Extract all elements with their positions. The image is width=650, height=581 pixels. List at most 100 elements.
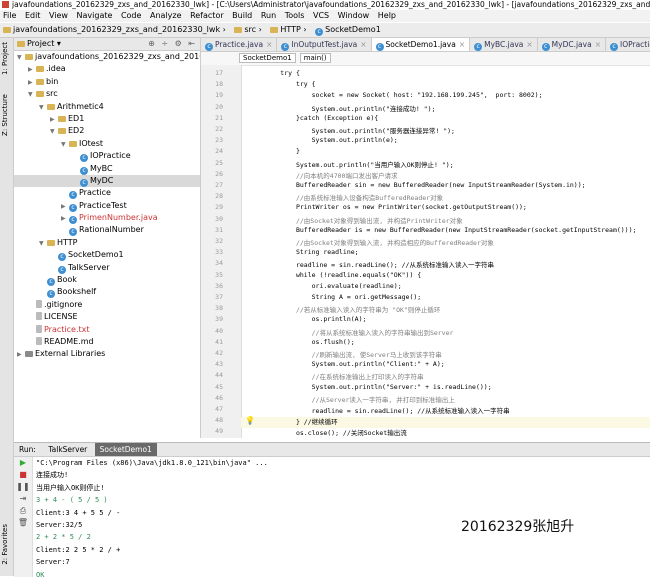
- tree-item[interactable]: README.md: [14, 336, 200, 348]
- expanded-arrow-icon[interactable]: ▼: [61, 139, 69, 151]
- menu-window[interactable]: Window: [335, 11, 373, 20]
- tree-item[interactable]: LICENSE: [14, 311, 200, 323]
- code-line: //若从标准输入读入的字符串为 "OK"则停止循环: [249, 306, 441, 315]
- tree-item[interactable]: ▼ src: [14, 88, 200, 100]
- line-number: 25: [215, 158, 223, 167]
- pause-icon[interactable]: ❚❚: [14, 481, 32, 493]
- menu-edit[interactable]: Edit: [22, 11, 44, 20]
- restore-layout-icon[interactable]: ⇥: [14, 493, 32, 505]
- tree-item[interactable]: ▶ External Libraries: [14, 348, 200, 360]
- run-tab-socketdemo1[interactable]: SocketDemo1: [94, 443, 157, 456]
- file-icon: [36, 324, 42, 333]
- tree-item[interactable]: c IOPractice: [14, 150, 200, 163]
- expanded-arrow-icon[interactable]: ▼: [17, 52, 25, 64]
- tree-item[interactable]: ▶ bin: [14, 76, 200, 88]
- nav-http[interactable]: HTTP ›: [267, 23, 309, 37]
- tree-item[interactable]: ▼ javafoundations_20162329_zxs_and_201623…: [14, 51, 200, 63]
- menu-refactor[interactable]: Refactor: [187, 11, 227, 20]
- collapsed-arrow-icon[interactable]: ▶: [28, 64, 36, 76]
- tree-item[interactable]: ▼ IOtest: [14, 138, 200, 150]
- console-output[interactable]: "C:\Program Files (x86)\Java\jdk1.8.0_12…: [36, 457, 268, 581]
- tree-item[interactable]: ▶ c PracticeTest: [14, 200, 200, 212]
- favorites-tool-tab[interactable]: 2: Favorites: [1, 524, 9, 565]
- editor-tab[interactable]: c MyBC.java ×: [470, 38, 538, 51]
- tree-item[interactable]: ▶ c PrimenNumber.java: [14, 212, 200, 225]
- nav-project[interactable]: javafoundations_20162329_zxs_and_2016233…: [0, 23, 229, 37]
- project-tool-tab[interactable]: 1: Project: [1, 42, 9, 75]
- menu-navigate[interactable]: Navigate: [74, 11, 116, 20]
- tree-item[interactable]: c TalkServer: [14, 262, 200, 274]
- code-line: //从Server读入一字符串, 并打印到标准输出上: [249, 395, 455, 404]
- tree-item[interactable]: c SocketDemo1: [14, 249, 200, 262]
- line-number: 33: [215, 248, 223, 257]
- stop-icon[interactable]: ■: [14, 469, 32, 481]
- run-tab-talkserver[interactable]: TalkServer: [43, 443, 92, 456]
- menu-build[interactable]: Build: [229, 11, 255, 20]
- line-number: 38: [215, 304, 223, 313]
- close-tab-icon[interactable]: ×: [595, 40, 601, 49]
- line-number: 36: [215, 281, 223, 290]
- expanded-arrow-icon[interactable]: ▼: [39, 102, 47, 114]
- line-number: 17: [215, 69, 223, 77]
- editor-tab-label: MyDC.java: [551, 40, 592, 49]
- menu-bar: File Edit View Navigate Code Analyze Ref…: [0, 10, 650, 22]
- tree-item-label: PrimenNumber.java: [79, 213, 158, 223]
- console-line: 连接成功!: [36, 471, 69, 480]
- structure-tool-tab[interactable]: Z: Structure: [1, 94, 9, 136]
- menu-vcs[interactable]: VCS: [310, 11, 332, 20]
- console-line: "C:\Program Files (x86)\Java\jdk1.8.0_12…: [36, 459, 268, 467]
- tree-item[interactable]: .gitignore: [14, 299, 200, 311]
- tree-item-label: Practice.txt: [44, 324, 90, 334]
- tree-item[interactable]: ▶ ED1: [14, 113, 200, 125]
- collapsed-arrow-icon[interactable]: ▶: [17, 349, 25, 361]
- clear-icon[interactable]: 🗑: [14, 517, 32, 529]
- menu-run[interactable]: Run: [258, 11, 279, 20]
- expanded-arrow-icon[interactable]: ▼: [39, 238, 47, 250]
- project-panel-tools[interactable]: ⊕ ÷ ⚙ ⇤: [148, 38, 200, 50]
- editor-tab[interactable]: c Practice.java ×: [201, 38, 278, 51]
- code-line: }catch (Exception e){: [249, 113, 379, 122]
- tree-item[interactable]: c MyDC: [14, 174, 200, 188]
- crumb-method[interactable]: main(): [299, 53, 331, 63]
- folder-icon: [270, 27, 279, 33]
- editor-tab-label: InOutputTest.java: [291, 40, 358, 49]
- editor-area: c Practice.java × c InOutputTest.java × c Socke…: [201, 38, 650, 438]
- close-tab-icon[interactable]: ×: [360, 40, 366, 49]
- folder-icon: [69, 140, 77, 147]
- tree-item[interactable]: c Bookshelf: [14, 286, 200, 299]
- menu-help[interactable]: Help: [375, 11, 399, 20]
- nav-src[interactable]: src ›: [231, 23, 264, 37]
- tree-item[interactable]: c Book: [14, 274, 200, 287]
- tree-item[interactable]: ▼ HTTP: [14, 237, 200, 249]
- print-icon[interactable]: ⎙: [14, 505, 32, 517]
- menu-analyze[interactable]: Analyze: [147, 11, 185, 20]
- menu-view[interactable]: View: [46, 11, 71, 20]
- expanded-arrow-icon[interactable]: ▼: [50, 126, 58, 138]
- expanded-arrow-icon[interactable]: ▼: [28, 89, 36, 101]
- tree-item[interactable]: Practice.txt: [14, 324, 200, 336]
- editor-tab[interactable]: c InOutputTest.java ×: [277, 38, 372, 51]
- project-panel-title: Project: [27, 39, 55, 48]
- editor-tab[interactable]: cIOPractice.java×: [606, 38, 650, 51]
- crumb-class[interactable]: SocketDemo1: [239, 53, 296, 63]
- menu-tools[interactable]: Tools: [282, 11, 308, 20]
- line-number: 19: [215, 91, 223, 100]
- editor-tab[interactable]: c MyDC.java ×: [538, 38, 606, 51]
- tree-item[interactable]: ▼ Arithmetic4: [14, 101, 200, 113]
- rerun-icon[interactable]: ▶: [14, 457, 32, 469]
- tree-item[interactable]: ▼ ED2: [14, 125, 200, 137]
- navigation-bar: javafoundations_20162329_zxs_and_2016233…: [0, 23, 650, 38]
- close-tab-icon[interactable]: ×: [526, 40, 532, 49]
- editor-tab[interactable]: c SocketDemo1.java ×: [371, 38, 471, 51]
- menu-code[interactable]: Code: [118, 11, 144, 20]
- nav-file[interactable]: c SocketDemo1: [312, 23, 384, 37]
- tree-item[interactable]: c Practice: [14, 187, 200, 200]
- tree-item[interactable]: c MyBC: [14, 163, 200, 175]
- menu-file[interactable]: File: [0, 11, 19, 20]
- code-view[interactable]: 💡 17 try {18 try {19 socket = new Socket…: [201, 65, 650, 438]
- tree-item[interactable]: ▶ .idea: [14, 63, 200, 75]
- close-tab-icon[interactable]: ×: [266, 40, 272, 49]
- close-tab-icon[interactable]: ×: [459, 40, 465, 49]
- line-number: 31: [215, 225, 223, 234]
- tree-item[interactable]: c RationalNumber: [14, 224, 200, 237]
